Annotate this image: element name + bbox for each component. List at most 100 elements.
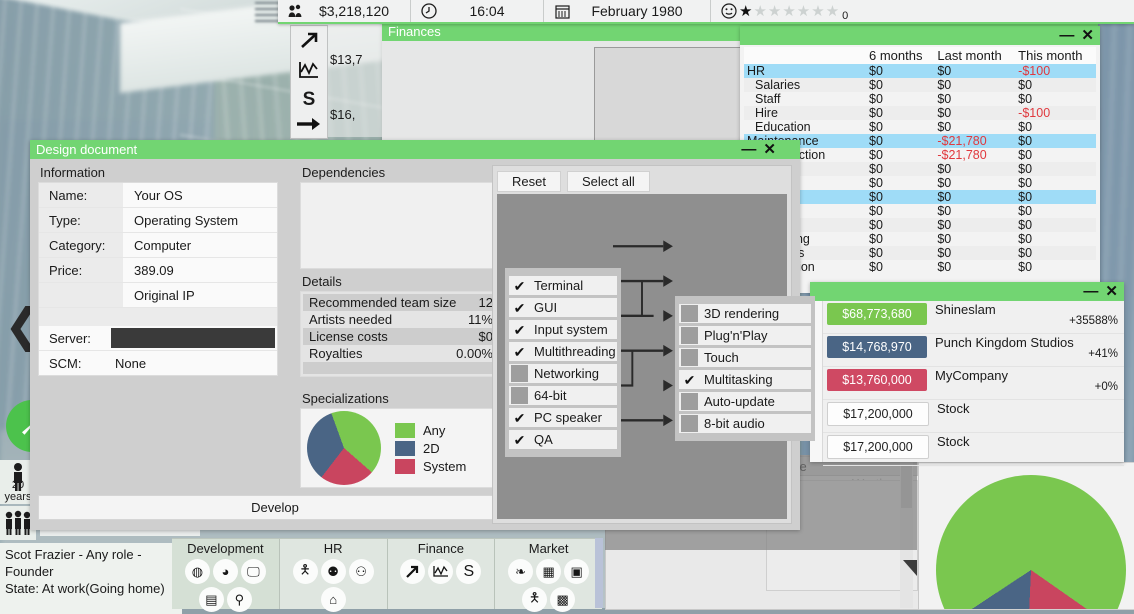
trend-up-icon[interactable] (400, 559, 426, 584)
chart-icon[interactable] (428, 559, 454, 584)
specializations-section: Specializations Any 2D System (300, 391, 516, 488)
finance-shortcut-strip[interactable]: S (290, 25, 328, 139)
checkbox-checked-icon[interactable]: ✔ (511, 409, 528, 426)
minimize-button[interactable]: — (741, 142, 756, 157)
checkbox-unchecked-icon[interactable] (681, 327, 698, 344)
taskbar-icons-hr[interactable]: 🯅 ⚉ ⚇ ⌂ (280, 557, 387, 614)
checkbox-checked-icon[interactable]: ✔ (511, 321, 528, 338)
feature-item-left[interactable]: ✔ GUI (509, 298, 617, 317)
info-row-name[interactable]: Name: Your OS (39, 183, 277, 208)
design-titlebar[interactable]: Design document — ✕ (30, 140, 800, 159)
box-icon[interactable]: ▩ (550, 587, 576, 612)
grid-icon[interactable]: ▦ (536, 559, 562, 584)
market-row[interactable]: $13,760,000 MyCompany +0% (823, 367, 1124, 400)
market-titlebar[interactable]: — ✕ (810, 282, 1124, 301)
table-row[interactable]: Hire $0 $0 -$100 (744, 106, 1096, 120)
info-row-price[interactable]: Price: 389.09 (39, 258, 277, 283)
info-row-server[interactable]: Server: (39, 326, 277, 351)
taskbar-icons-market[interactable]: ❧ ▦ ▣ 🯅 ▩ (495, 557, 602, 614)
checkbox-unchecked-icon[interactable] (681, 349, 698, 366)
monitor-icon[interactable]: 🖵 (240, 559, 266, 584)
taskbar-icons-development[interactable]: ◍ ◕ 🖵 ▤ ⚲ (172, 557, 279, 614)
scm-value[interactable]: None (111, 351, 277, 375)
info-row-type[interactable]: Type: Operating System (39, 208, 277, 233)
feature-item-right[interactable]: Touch (679, 348, 811, 367)
globe-icon[interactable]: ◍ (184, 559, 210, 584)
name-value[interactable]: Your OS (123, 183, 277, 207)
disc-icon[interactable]: ◕ (212, 559, 238, 584)
feature-item-left[interactable]: ✔ PC speaker (509, 408, 617, 427)
checkbox-checked-icon[interactable]: ✔ (511, 343, 528, 360)
checkbox-unchecked-icon[interactable] (681, 393, 698, 410)
person-icon[interactable]: 🯅 (522, 587, 548, 612)
price-value[interactable]: 389.09 (123, 258, 277, 282)
close-button[interactable]: ✕ (763, 142, 776, 157)
market-row[interactable]: $68,773,680 Shineslam +35588% (823, 301, 1124, 334)
row-value: $0 (869, 64, 883, 78)
currency-s-icon[interactable]: S (303, 90, 316, 109)
taskbar-icons-finance[interactable]: S (388, 557, 495, 586)
original-ip-value[interactable]: Original IP (123, 283, 277, 307)
table-row[interactable]: Salaries $0 $0 $0 (744, 78, 1096, 92)
desk-icon[interactable]: ▤ (198, 587, 224, 612)
close-button[interactable]: ✕ (1105, 284, 1118, 299)
market-window[interactable]: — ✕ $68,773,680 Shineslam +35588% $14,768,9… (810, 282, 1124, 466)
finance-table-titlebar[interactable]: — ✕ (740, 26, 1100, 45)
person-icon[interactable]: 🯅 (292, 559, 318, 584)
info-row-ip[interactable]: Original IP (39, 283, 277, 308)
checkbox-unchecked-icon[interactable] (681, 305, 698, 322)
col-6months: 6 months (866, 47, 935, 64)
taskbar-scrollbar[interactable] (595, 538, 603, 608)
reset-button[interactable]: Reset (497, 170, 561, 192)
currency-s-icon[interactable]: S (456, 559, 482, 584)
graph-icon[interactable] (298, 61, 320, 83)
feature-item-right[interactable]: 8-bit audio (679, 414, 811, 433)
feature-item-right[interactable]: Auto-update (679, 392, 811, 411)
feature-item-right[interactable]: 3D rendering (679, 304, 811, 323)
market-row[interactable]: $17,200,000 Stock (823, 400, 1124, 433)
checkbox-unchecked-icon[interactable] (511, 387, 528, 404)
feature-item-left[interactable]: ✔ Input system (509, 320, 617, 339)
table-row[interactable]: Education $0 $0 $0 (744, 120, 1096, 134)
feature-item-left[interactable]: ✔ Multithreading (509, 342, 617, 361)
row-value: $0 (937, 78, 952, 92)
people-icon[interactable]: ⚇ (348, 559, 374, 584)
close-button[interactable]: ✕ (1081, 28, 1094, 43)
checkbox-checked-icon[interactable]: ✔ (681, 371, 698, 388)
feature-item-right[interactable]: Plug'n'Play (679, 326, 811, 345)
type-value[interactable]: Operating System (123, 208, 277, 232)
chain-icon[interactable]: ❧ (508, 559, 534, 584)
arrow-right-icon[interactable] (297, 116, 321, 135)
minimize-button[interactable]: — (1083, 284, 1098, 299)
dependencies-list[interactable] (300, 182, 516, 269)
feature-item-left[interactable]: 64-bit (509, 386, 617, 405)
chair-icon[interactable]: ⌂ (320, 587, 346, 612)
person-add-icon[interactable]: ⚉ (320, 559, 346, 584)
minimize-button[interactable]: — (1059, 28, 1074, 43)
market-row[interactable]: $17,200,000 Stock (823, 433, 1124, 466)
table-row[interactable]: HR $0 $0 -$100 (744, 64, 1096, 78)
category-value[interactable]: Computer (123, 233, 277, 257)
select-all-button[interactable]: Select all (566, 170, 650, 192)
trend-up-icon[interactable] (298, 30, 320, 54)
info-row-category[interactable]: Category: Computer (39, 233, 277, 258)
market-row[interactable]: $14,768,970 Punch Kingdom Studios +41% (823, 334, 1124, 367)
feature-item-left[interactable]: Networking (509, 364, 617, 383)
row-value: $0 (1018, 190, 1033, 204)
design-document-window[interactable]: Design document — ✕ Information Name: Yo… (30, 140, 815, 530)
newspaper-icon[interactable]: ▣ (564, 559, 590, 584)
checkbox-checked-icon[interactable]: ✔ (511, 277, 528, 294)
checkbox-checked-icon[interactable]: ✔ (511, 431, 528, 448)
feature-item-left[interactable]: ✔ QA (509, 430, 617, 449)
feature-item-right[interactable]: ✔ Multitasking (679, 370, 811, 389)
table-row[interactable]: Staff $0 $0 $0 (744, 92, 1096, 106)
info-row-scm[interactable]: SCM: None (39, 351, 277, 375)
develop-button[interactable]: Develop (38, 495, 512, 520)
checkbox-checked-icon[interactable]: ✔ (511, 299, 528, 316)
pin-icon[interactable]: ⚲ (226, 587, 252, 612)
server-field[interactable] (111, 328, 275, 348)
checkbox-unchecked-icon[interactable] (511, 365, 528, 382)
checkbox-unchecked-icon[interactable] (681, 415, 698, 432)
price-label: Price: (39, 258, 123, 282)
feature-item-left[interactable]: ✔ Terminal (509, 276, 617, 295)
